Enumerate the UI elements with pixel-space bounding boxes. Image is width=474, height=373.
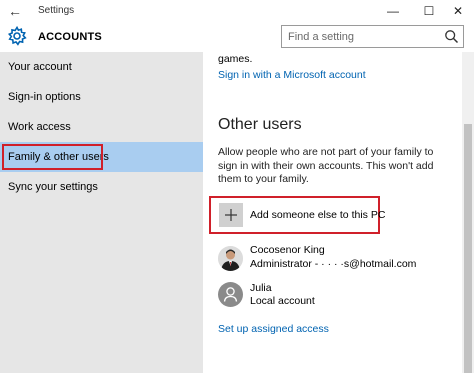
page-header: ACCOUNTS: [0, 22, 474, 52]
section-title: ACCOUNTS: [38, 31, 102, 43]
add-user-button[interactable]: Add someone else to this PC: [250, 209, 385, 221]
avatar[interactable]: [218, 246, 243, 271]
other-users-heading: Other users: [218, 116, 302, 133]
highlight-box: [2, 144, 103, 170]
top-text: games.: [218, 53, 253, 65]
microsoft-account-link[interactable]: Sign in with a Microsoft account: [218, 69, 366, 81]
assigned-access-link[interactable]: Set up assigned access: [218, 323, 329, 335]
avatar[interactable]: [218, 282, 243, 307]
add-user-tile[interactable]: [219, 203, 243, 227]
user-detail: Administrator - · · · ·s@hotmail.com: [250, 258, 417, 270]
sidebar-item-sign-in-options[interactable]: Sign-in options: [0, 82, 203, 112]
scrollbar-thumb[interactable]: [464, 124, 472, 373]
search-box[interactable]: [281, 25, 464, 48]
search-input[interactable]: [282, 26, 442, 47]
sidebar-item-work-access[interactable]: Work access: [0, 112, 203, 142]
user-detail: Local account: [250, 295, 315, 307]
window-title: Settings: [38, 5, 75, 16]
minimize-button[interactable]: —: [376, 0, 410, 22]
main-content: games. Sign in with a Microsoft account …: [203, 52, 462, 373]
title-bar: ← Settings — ☐ ✕: [0, 0, 474, 22]
search-icon[interactable]: [444, 29, 459, 44]
sidebar: Your account Sign-in options Work access…: [0, 52, 203, 373]
sidebar-item-your-account[interactable]: Your account: [0, 52, 203, 82]
scrollbar[interactable]: [462, 52, 474, 373]
person-icon: [223, 287, 238, 302]
sidebar-item-sync-settings[interactable]: Sync your settings: [0, 172, 203, 202]
plus-icon: [225, 209, 237, 221]
user-photo-icon: [218, 246, 243, 271]
user-name: Julia: [250, 282, 272, 294]
close-button[interactable]: ✕: [441, 0, 474, 22]
user-name: Cocosenor King: [250, 244, 325, 256]
gear-icon: [7, 26, 27, 46]
other-users-description: Allow people who are not part of your fa…: [218, 146, 434, 185]
back-arrow-icon[interactable]: ←: [7, 3, 23, 19]
